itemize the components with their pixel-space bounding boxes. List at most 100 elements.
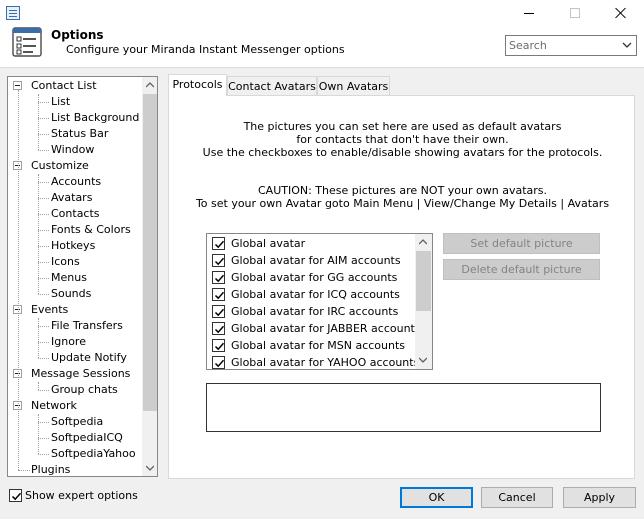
- minimize-button[interactable]: [506, 0, 552, 26]
- expert-checkbox[interactable]: [9, 489, 22, 502]
- protocol-checkbox[interactable]: [212, 288, 225, 301]
- tree-connector: [18, 90, 19, 470]
- tree-collapse-icon[interactable]: [13, 81, 22, 90]
- tree-connector: [38, 390, 49, 391]
- checkmark-icon: [214, 325, 225, 334]
- tree-connector: [38, 214, 49, 215]
- tree-item[interactable]: File Transfers: [51, 318, 123, 334]
- checkmark-icon: [214, 291, 225, 300]
- scroll-down-icon[interactable]: [146, 464, 154, 472]
- tab-control: Protocols Contact Avatars Own Avatars Th…: [168, 74, 635, 479]
- options-tree[interactable]: Contact List List List Background Status Ba…: [7, 76, 158, 477]
- search-input[interactable]: [507, 37, 619, 54]
- tree-connector: [38, 342, 49, 343]
- tree-item[interactable]: Contact List: [31, 78, 97, 94]
- tree-item[interactable]: Accounts: [51, 174, 101, 190]
- tree-item[interactable]: Message Sessions: [31, 366, 130, 382]
- info-line: The pictures you can set here are used a…: [243, 120, 562, 133]
- apply-button[interactable]: Apply: [563, 487, 636, 508]
- maximize-button: [552, 0, 598, 26]
- tree-connector: [38, 230, 49, 231]
- protocol-checkbox[interactable]: [212, 237, 225, 250]
- checkmark-icon: [214, 240, 225, 249]
- scroll-up-icon[interactable]: [419, 238, 427, 246]
- protocol-checkbox[interactable]: [212, 254, 225, 267]
- scroll-up-icon[interactable]: [146, 81, 154, 89]
- tree-connector: [38, 278, 49, 279]
- protocol-list[interactable]: Global avatar for YAHOO accounts Global a…: [206, 233, 433, 370]
- protocol-list-scroll-thumb[interactable]: [416, 251, 431, 311]
- info-line: Use the checkboxes to enable/disable sho…: [202, 146, 603, 159]
- app-icon[interactable]: [6, 6, 20, 20]
- tree-connector: [38, 102, 49, 103]
- tree-item[interactable]: List: [51, 94, 70, 110]
- ok-button[interactable]: OK: [400, 487, 473, 508]
- tree-connector: [38, 182, 49, 183]
- tree-connector: [38, 326, 49, 327]
- checkmark-icon: [214, 257, 225, 266]
- protocol-checkbox[interactable]: [212, 339, 225, 352]
- tab-protocols[interactable]: Protocols: [168, 74, 227, 96]
- tree-item[interactable]: Icons: [51, 254, 80, 270]
- tree-item[interactable]: Events: [31, 302, 68, 318]
- protocol-checkbox[interactable]: [212, 356, 225, 369]
- protocol-label: Global avatar for AIM accounts: [231, 254, 401, 267]
- tree-item[interactable]: Ignore: [51, 334, 86, 350]
- protocol-label: Global avatar for JABBER accounts: [231, 322, 421, 335]
- tab-contact-avatars[interactable]: Contact Avatars: [227, 76, 317, 96]
- tree-scrollbar[interactable]: [142, 77, 157, 476]
- tree-item[interactable]: Avatars: [51, 190, 92, 206]
- tree-connector: [38, 118, 49, 119]
- tree-item[interactable]: Contacts: [51, 206, 100, 222]
- tree-item[interactable]: Status Bar: [51, 126, 108, 142]
- protocol-label: Global avatar: [231, 237, 306, 250]
- tree-item[interactable]: Hotkeys: [51, 238, 95, 254]
- tree-connector: [38, 358, 49, 359]
- options-icon: [12, 27, 42, 57]
- info-line: for contacts that don't have their own.: [296, 133, 509, 146]
- cancel-button[interactable]: Cancel: [481, 487, 553, 508]
- tree-item[interactable]: SoftpediaICQ: [51, 430, 123, 446]
- protocol-list-scrollbar[interactable]: [415, 234, 432, 369]
- tree-item[interactable]: Menus: [51, 270, 87, 286]
- tree-item[interactable]: SoftpediaYahoo: [51, 446, 136, 462]
- tree-item[interactable]: Window: [51, 142, 94, 158]
- chevron-down-icon[interactable]: [622, 40, 632, 50]
- tree-item[interactable]: Customize: [31, 158, 89, 174]
- header-divider: [0, 67, 644, 68]
- tree-connector: [38, 134, 49, 135]
- tree-item[interactable]: Fonts & Colors: [51, 222, 131, 238]
- expert-options-label: Show expert options: [25, 489, 138, 502]
- close-button[interactable]: [598, 0, 644, 26]
- protocols-panel: The pictures you can set here are used a…: [168, 95, 635, 479]
- tree-item[interactable]: Group chats: [51, 382, 118, 398]
- close-icon: [615, 7, 627, 19]
- protocol-checkbox[interactable]: [212, 305, 225, 318]
- tree-item[interactable]: Update Notify: [51, 350, 127, 366]
- tree-connector: [38, 438, 49, 439]
- protocol-label: Global avatar for IRC accounts: [231, 305, 399, 318]
- tree-item[interactable]: Sounds: [51, 286, 91, 302]
- checkmark-icon: [214, 274, 225, 283]
- protocol-label: Global avatar for YAHOO accounts: [231, 356, 420, 369]
- page-subtitle: Configure your Miranda Instant Messenger…: [66, 43, 345, 56]
- caution-line: CAUTION: These pictures are NOT your own…: [257, 184, 548, 197]
- tree-connector: [38, 262, 49, 263]
- checkmark-icon: [214, 359, 225, 368]
- protocol-checkbox[interactable]: [212, 322, 225, 335]
- tree-item[interactable]: Softpedia: [51, 414, 103, 430]
- protocol-checkbox[interactable]: [212, 271, 225, 284]
- title-bar: [0, 0, 644, 26]
- scroll-down-icon[interactable]: [419, 356, 427, 364]
- search-combo[interactable]: [505, 35, 637, 56]
- protocol-label: Global avatar for GG accounts: [231, 271, 398, 284]
- tree-item[interactable]: Network: [31, 398, 77, 414]
- tree-scroll-thumb[interactable]: [143, 94, 157, 411]
- tree-connector: [38, 414, 39, 454]
- tree-item[interactable]: Plugins: [31, 462, 70, 476]
- tab-own-avatars[interactable]: Own Avatars: [317, 76, 390, 96]
- tree-connector: [38, 454, 49, 455]
- tree-item[interactable]: List Background: [51, 110, 139, 126]
- set-default-picture-button[interactable]: Set default picture: [443, 233, 600, 254]
- delete-default-picture-button[interactable]: Delete default picture: [443, 259, 600, 280]
